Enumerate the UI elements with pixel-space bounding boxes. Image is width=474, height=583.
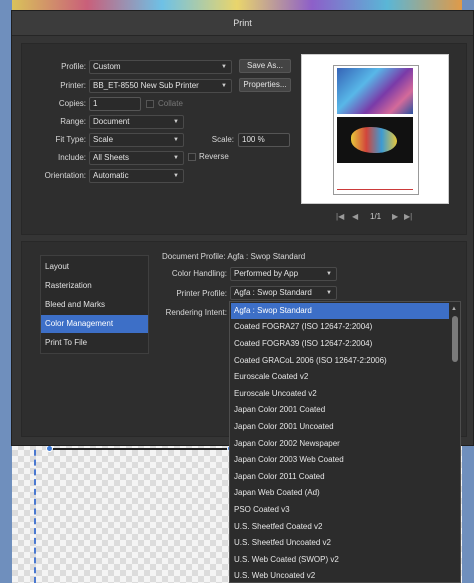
profile-option[interactable]: Japan Color 2003 Web Coated bbox=[231, 452, 449, 468]
document-profile-text: Document Profile: Agfa : Swop Standard bbox=[162, 252, 306, 261]
fit-type-label: Fit Type: bbox=[55, 135, 86, 144]
chevron-down-icon: ▼ bbox=[173, 173, 179, 179]
print-preview bbox=[301, 54, 449, 204]
canvas-bleed-guide-left bbox=[34, 440, 36, 583]
range-dropdown[interactable]: Document ▼ bbox=[89, 115, 184, 129]
sidebar-item-print-to-file[interactable]: Print To File bbox=[41, 334, 148, 352]
first-page-icon[interactable]: |◀ bbox=[336, 211, 344, 223]
reverse-checkbox[interactable] bbox=[188, 153, 196, 161]
properties-button[interactable]: Properties... bbox=[239, 78, 291, 92]
preview-page bbox=[333, 65, 419, 195]
orientation-dropdown[interactable]: Automatic ▼ bbox=[89, 169, 184, 183]
last-page-icon[interactable]: ▶| bbox=[404, 211, 412, 223]
printer-profile-dropdown[interactable]: Agfa : Swop Standard ▼ bbox=[230, 286, 337, 300]
printer-dropdown[interactable]: BB_ET-8550 New Sub Printer ▼ bbox=[89, 79, 232, 93]
preview-margin-line bbox=[337, 189, 413, 190]
color-handling-label: Color Handling: bbox=[171, 269, 227, 278]
dialog-title: Print bbox=[12, 11, 473, 36]
fit-type-value: Scale bbox=[93, 135, 114, 144]
profile-option[interactable]: Japan Color 2001 Uncoated bbox=[231, 419, 449, 435]
profile-option[interactable]: U.S. Sheetfed Uncoated v2 bbox=[231, 535, 449, 551]
profile-option[interactable]: Japan Web Coated (Ad) bbox=[231, 485, 449, 501]
profile-value: Custom bbox=[93, 62, 121, 71]
preview-image-bottom bbox=[337, 117, 413, 163]
chevron-down-icon: ▼ bbox=[173, 137, 179, 143]
canvas-selection-edge[interactable] bbox=[50, 448, 232, 454]
page-indicator: 1/1 bbox=[370, 212, 382, 221]
collate-label: Collate bbox=[158, 99, 183, 108]
sidebar-item-rasterization[interactable]: Rasterization bbox=[41, 277, 148, 295]
include-label: Include: bbox=[57, 153, 86, 162]
previous-page-icon[interactable]: ◀ bbox=[352, 211, 358, 223]
sidebar-item-layout[interactable]: Layout bbox=[41, 258, 148, 276]
settings-category-list: Layout Rasterization Bleed and Marks Col… bbox=[40, 255, 149, 354]
printer-profile-list: Agfa : Swop Standard Coated FOGRA27 (ISO… bbox=[229, 301, 461, 583]
copies-input[interactable]: 1 bbox=[89, 97, 141, 111]
preview-pager: |◀ ◀ 1/1 ▶ ▶| bbox=[332, 211, 422, 223]
profile-option[interactable]: PSO Coated v3 bbox=[231, 502, 449, 518]
selection-handle[interactable] bbox=[46, 445, 53, 452]
printer-profile-label: Printer Profile: bbox=[176, 289, 227, 298]
profile-option[interactable]: U.S. Sheetfed Coated v2 bbox=[231, 519, 449, 535]
profile-option[interactable]: Coated FOGRA27 (ISO 12647-2:2004) bbox=[231, 319, 449, 335]
scale-input[interactable]: 100 % bbox=[238, 133, 290, 147]
color-handling-dropdown[interactable]: Performed by App ▼ bbox=[230, 267, 337, 281]
chevron-down-icon: ▼ bbox=[326, 271, 332, 277]
printer-profile-value: Agfa : Swop Standard bbox=[234, 288, 312, 297]
profile-option[interactable]: Japan Color 2001 Coated bbox=[231, 402, 449, 418]
include-dropdown[interactable]: All Sheets ▼ bbox=[89, 151, 184, 165]
profile-option[interactable]: U.S. Web Uncoated v2 bbox=[231, 568, 449, 582]
chevron-down-icon: ▼ bbox=[173, 119, 179, 125]
reverse-label: Reverse bbox=[199, 152, 229, 161]
chevron-down-icon: ▼ bbox=[221, 83, 227, 89]
color-handling-value: Performed by App bbox=[234, 269, 299, 278]
copies-label: Copies: bbox=[58, 99, 86, 108]
range-label: Range: bbox=[60, 117, 86, 126]
profile-dropdown[interactable]: Custom ▼ bbox=[89, 60, 232, 74]
range-value: Document bbox=[93, 117, 130, 126]
rendering-intent-label: Rendering Intent: bbox=[165, 308, 227, 317]
chevron-down-icon: ▼ bbox=[221, 64, 227, 70]
printer-value: BB_ET-8550 New Sub Printer bbox=[93, 81, 199, 90]
fit-type-dropdown[interactable]: Scale ▼ bbox=[89, 133, 184, 147]
save-as-button[interactable]: Save As... bbox=[239, 59, 291, 73]
orientation-label: Orientation: bbox=[44, 171, 86, 180]
sidebar-item-color-management[interactable]: Color Management bbox=[41, 315, 148, 333]
preview-image-top bbox=[337, 68, 413, 114]
sidebar-item-bleed-and-marks[interactable]: Bleed and Marks bbox=[41, 296, 148, 314]
profile-list-scroll-thumb[interactable] bbox=[452, 316, 458, 362]
scale-label: Scale: bbox=[211, 135, 234, 144]
profile-option[interactable]: Coated GRACoL 2006 (ISO 12647-2:2006) bbox=[231, 353, 449, 369]
profile-option[interactable]: Japan Color 2002 Newspaper bbox=[231, 436, 449, 452]
orientation-value: Automatic bbox=[93, 171, 129, 180]
scroll-up-icon[interactable]: ▲ bbox=[450, 304, 458, 314]
preview-fish-art bbox=[351, 127, 397, 153]
next-page-icon[interactable]: ▶ bbox=[392, 211, 398, 223]
profile-label: Profile: bbox=[61, 62, 86, 71]
include-value: All Sheets bbox=[93, 153, 130, 162]
chevron-down-icon: ▼ bbox=[326, 290, 332, 296]
profile-option[interactable]: U.S. Web Coated (SWOP) v2 bbox=[231, 552, 449, 568]
collate-checkbox[interactable] bbox=[146, 100, 154, 108]
printer-label: Printer: bbox=[60, 81, 86, 90]
profile-option[interactable]: Coated FOGRA39 (ISO 12647-2:2004) bbox=[231, 336, 449, 352]
profile-option[interactable]: Japan Color 2011 Coated bbox=[231, 469, 449, 485]
profile-option[interactable]: Agfa : Swop Standard bbox=[231, 303, 449, 319]
chevron-down-icon: ▼ bbox=[173, 155, 179, 161]
profile-option[interactable]: Euroscale Coated v2 bbox=[231, 369, 449, 385]
profile-option[interactable]: Euroscale Uncoated v2 bbox=[231, 386, 449, 402]
